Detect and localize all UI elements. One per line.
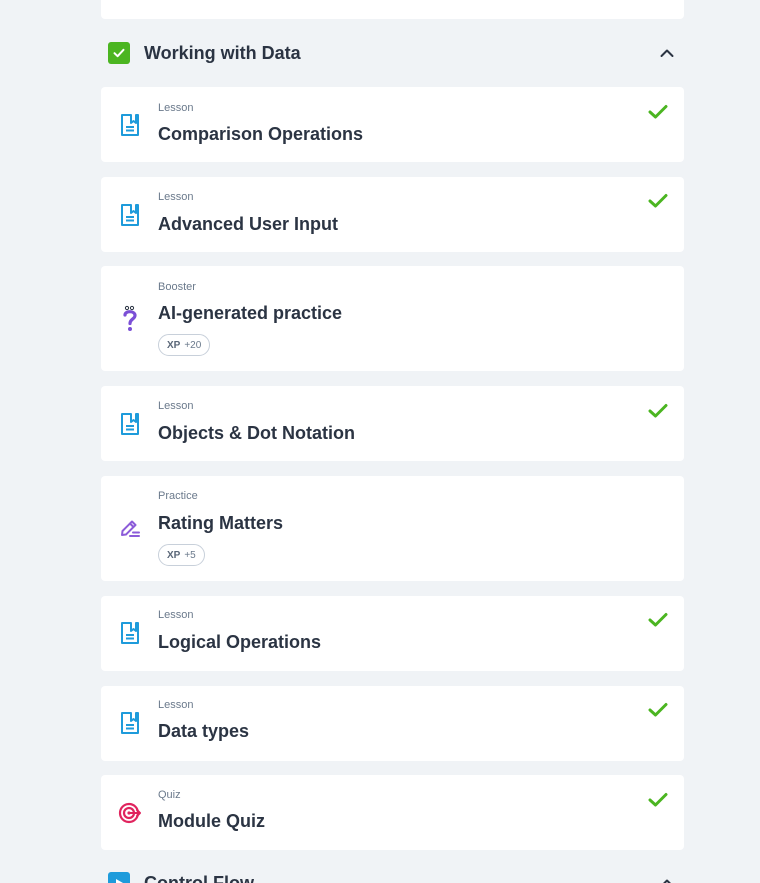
completed-check-icon xyxy=(647,101,669,123)
lesson-icon xyxy=(118,412,142,436)
xp-label: XP xyxy=(167,339,181,351)
item-type-label: Practice xyxy=(158,490,198,502)
course-module-list: Working with Data Lesson Comparison Oper… xyxy=(0,0,760,883)
xp-badge: XP +5 xyxy=(158,544,205,566)
quiz-target-icon xyxy=(118,801,142,825)
lesson-icon xyxy=(118,621,142,645)
item-title: Objects & Dot Notation xyxy=(158,423,355,443)
list-item-advanced-user-input[interactable]: Lesson Advanced User Input xyxy=(101,177,684,252)
item-type-label: Lesson xyxy=(158,609,194,621)
module-title: Control Flow xyxy=(144,872,254,883)
list-item-logical-operations[interactable]: Lesson Logical Operations xyxy=(101,596,684,671)
xp-badge: XP +20 xyxy=(158,334,211,356)
item-title: Comparison Operations xyxy=(158,124,364,144)
item-type-label: Lesson xyxy=(158,699,194,711)
list-item-ai-generated-practice[interactable]: Booster AI-generated practice XP +20 xyxy=(101,266,684,371)
item-title: Module Quiz xyxy=(158,811,265,831)
completed-check-icon xyxy=(647,699,669,721)
xp-value: +20 xyxy=(184,339,202,351)
xp-value: +5 xyxy=(184,549,196,561)
item-type-label: Lesson xyxy=(158,400,194,412)
chevron-up-icon[interactable] xyxy=(656,872,678,883)
module-play-icon xyxy=(108,872,130,883)
previous-card-bottom xyxy=(101,0,684,19)
item-title: Data types xyxy=(158,721,250,741)
completed-check-icon xyxy=(647,190,669,212)
module-header-working-with-data[interactable]: Working with Data xyxy=(101,33,684,73)
list-item-data-types[interactable]: Lesson Data types xyxy=(101,686,684,761)
item-type-label: Quiz xyxy=(158,789,181,801)
pencil-edit-icon xyxy=(118,516,142,540)
completed-check-icon xyxy=(647,609,669,631)
lesson-icon xyxy=(118,113,142,137)
item-title: Advanced User Input xyxy=(158,214,339,234)
chevron-up-icon[interactable] xyxy=(656,42,678,64)
item-title: Logical Operations xyxy=(158,632,322,652)
completed-check-icon xyxy=(647,400,669,422)
item-type-label: Lesson xyxy=(158,102,194,114)
list-item-objects-dot-notation[interactable]: Lesson Objects & Dot Notation xyxy=(101,386,684,461)
list-item-rating-matters[interactable]: Practice Rating Matters XP +5 xyxy=(101,476,684,581)
booster-question-mark-icon xyxy=(118,305,142,331)
module-header-control-flow[interactable]: Control Flow xyxy=(101,863,684,883)
list-item-comparison-operations[interactable]: Lesson Comparison Operations xyxy=(101,87,684,162)
item-type-label: Booster xyxy=(158,281,196,293)
xp-label: XP xyxy=(167,549,181,561)
module-completed-checkbox-icon xyxy=(108,42,130,64)
item-title: AI-generated practice xyxy=(158,303,343,323)
module-title: Working with Data xyxy=(144,42,301,63)
completed-check-icon xyxy=(647,789,669,811)
lesson-icon xyxy=(118,711,142,735)
item-title: Rating Matters xyxy=(158,513,284,533)
lesson-icon xyxy=(118,203,142,227)
item-type-label: Lesson xyxy=(158,191,194,203)
list-item-module-quiz[interactable]: Quiz Module Quiz xyxy=(101,775,684,850)
